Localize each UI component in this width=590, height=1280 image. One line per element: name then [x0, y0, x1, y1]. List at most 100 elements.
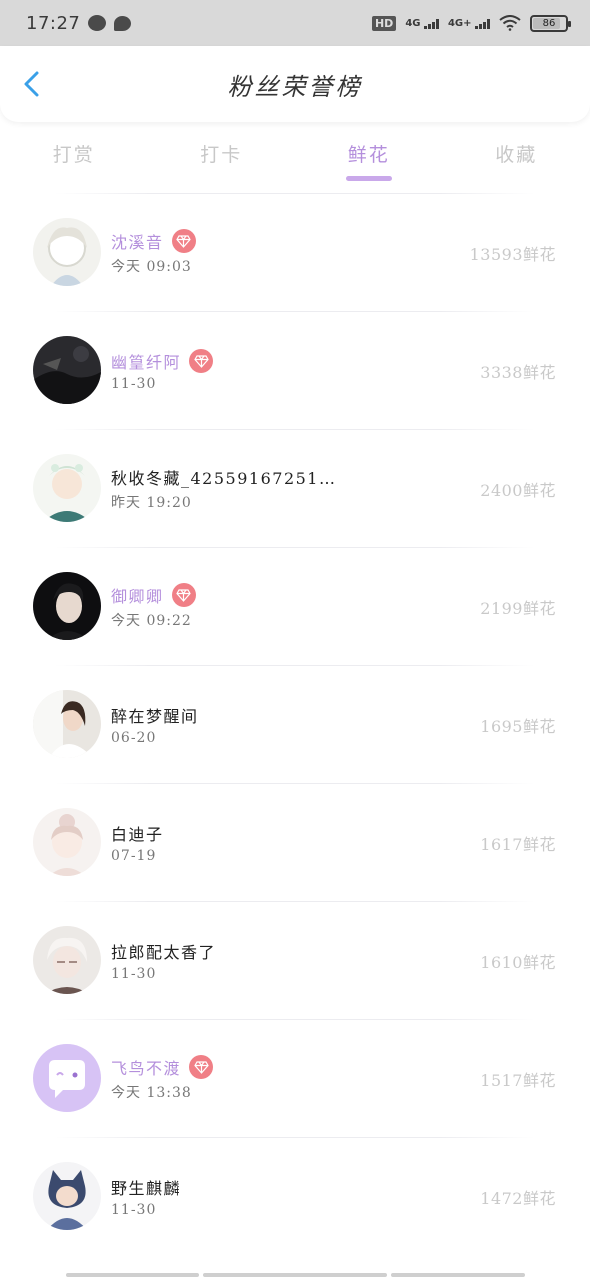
user-name[interactable]: 白迪子: [111, 821, 164, 845]
divider: [55, 193, 535, 194]
name-line: 秋收冬藏_42559167251…: [111, 464, 336, 490]
status-left: 17:27: [26, 12, 132, 34]
list-item[interactable]: 醉在梦醒间 06-20 1695鲜花: [0, 665, 590, 783]
divider: [55, 547, 535, 548]
avatar[interactable]: [33, 454, 101, 522]
user-info: 秋收冬藏_42559167251… 昨天 19:20: [111, 464, 336, 512]
list-item[interactable]: 秋收冬藏_42559167251… 昨天 19:20 2400鲜花: [0, 429, 590, 547]
timestamp: 11-30: [111, 376, 157, 392]
battery-text: 86: [542, 17, 556, 29]
user-name[interactable]: 飞鸟不渡: [111, 1055, 181, 1079]
user-info: 野生麒麟 11-30: [111, 1174, 181, 1218]
user-info: 拉郎配太香了 11-30: [111, 938, 216, 982]
tab-label: 打赏: [52, 144, 95, 166]
avatar[interactable]: [33, 1044, 101, 1112]
list-item[interactable]: 御卿卿 今天 09:22 2199鲜花: [0, 547, 590, 665]
battery-icon: 86: [530, 14, 571, 32]
flower-count: 2199鲜花: [480, 599, 556, 618]
status-time: 17:27: [26, 12, 81, 34]
name-line: 飞鸟不渡: [111, 1054, 214, 1080]
divider: [55, 1019, 535, 1020]
tab-collect[interactable]: 收藏: [443, 130, 590, 188]
divider: [55, 429, 535, 430]
user-name[interactable]: 幽篁纤阿: [111, 349, 181, 373]
user-info: 御卿卿 今天 09:22: [111, 582, 196, 630]
flower-count: 1617鲜花: [480, 835, 556, 854]
timestamp: 昨天 19:20: [111, 495, 192, 511]
user-name[interactable]: 醉在梦醒间: [111, 703, 199, 727]
user-info: 醉在梦醒间 06-20: [111, 702, 199, 746]
name-line: 幽篁纤阿: [111, 348, 214, 374]
timestamp: 07-19: [111, 848, 157, 864]
divider: [55, 901, 535, 902]
status-right: HD 4G 4G+ 86: [371, 14, 571, 32]
avatar[interactable]: [33, 1162, 101, 1230]
tab-label: 收藏: [495, 144, 538, 166]
user-name[interactable]: 野生麒麟: [111, 1175, 181, 1199]
timestamp: 11-30: [111, 1202, 157, 1218]
flower-count: 2400鲜花: [480, 481, 556, 500]
list-item[interactable]: 飞鸟不渡 今天 13:38 1517鲜花: [0, 1019, 590, 1137]
timestamp: 今天 13:38: [111, 1085, 192, 1101]
user-name[interactable]: 秋收冬藏_42559167251…: [111, 465, 336, 489]
diamond-icon: [171, 229, 196, 253]
scroll-bar-segment: [391, 1273, 525, 1277]
timestamp: 今天 09:22: [111, 613, 192, 629]
chat-icon: [114, 15, 132, 31]
flower-count: 13593鲜花: [469, 245, 556, 264]
list-item[interactable]: 野生麒麟 11-30 1472鲜花: [0, 1137, 590, 1255]
top-nav-bar: 粉丝荣誉榜: [0, 46, 590, 122]
page-title: 粉丝荣誉榜: [227, 72, 363, 101]
diamond-icon: [171, 583, 196, 607]
signal-bars-icon: [423, 18, 439, 29]
name-line: 御卿卿: [111, 582, 196, 608]
user-name[interactable]: 沈溪音: [111, 229, 164, 253]
list-item[interactable]: 沈溪音 今天 09:03 13593鲜花: [0, 193, 590, 311]
diamond-icon: [189, 349, 214, 373]
timestamp: 11-30: [111, 966, 157, 982]
tab-label: 鲜花: [347, 144, 390, 166]
divider: [55, 1137, 535, 1138]
divider: [55, 783, 535, 784]
list-item[interactable]: 幽篁纤阿 11-30 3338鲜花: [0, 311, 590, 429]
avatar[interactable]: [33, 926, 101, 994]
list-item[interactable]: 拉郎配太香了 11-30 1610鲜花: [0, 901, 590, 1019]
avatar[interactable]: [33, 572, 101, 640]
timestamp: 今天 09:03: [111, 259, 192, 275]
network-4g: 4G: [405, 18, 439, 29]
user-info: 白迪子 07-19: [111, 820, 164, 864]
name-line: 野生麒麟: [111, 1174, 181, 1200]
list-item[interactable]: 白迪子 07-19 1617鲜花: [0, 783, 590, 901]
scroll-bar-segment: [66, 1273, 199, 1277]
tab-reward[interactable]: 打赏: [0, 130, 148, 188]
active-tab-indicator: [345, 176, 392, 181]
timestamp: 06-20: [111, 730, 157, 746]
divider: [55, 311, 535, 312]
wifi-icon: [499, 15, 521, 31]
tab-checkin[interactable]: 打卡: [148, 130, 296, 188]
tab-label: 打卡: [200, 144, 243, 166]
user-name[interactable]: 御卿卿: [111, 583, 164, 607]
user-name[interactable]: 拉郎配太香了: [111, 939, 216, 963]
user-info: 飞鸟不渡 今天 13:38: [111, 1054, 214, 1102]
name-line: 白迪子: [111, 820, 164, 846]
user-info: 沈溪音 今天 09:03: [111, 228, 196, 276]
fan-ranking-list: 沈溪音 今天 09:03 13593鲜花 幽篁纤阿 11-30 3338鲜花 秋…: [0, 193, 590, 1255]
avatar[interactable]: [33, 336, 101, 404]
avatar[interactable]: [33, 690, 101, 758]
diamond-icon: [189, 1055, 214, 1079]
name-line: 拉郎配太香了: [111, 938, 216, 964]
avatar[interactable]: [33, 218, 101, 286]
name-line: 沈溪音: [111, 228, 196, 254]
flower-count: 1695鲜花: [480, 717, 556, 736]
scroll-bar-segment: [203, 1273, 387, 1277]
network-4g-plus-label: 4G+: [447, 17, 472, 29]
back-button[interactable]: [18, 68, 48, 100]
flower-count: 1517鲜花: [480, 1071, 556, 1090]
flower-count: 3338鲜花: [480, 363, 556, 382]
name-line: 醉在梦醒间: [111, 702, 199, 728]
signal-bars-icon: [475, 18, 490, 29]
tab-flowers[interactable]: 鲜花: [295, 130, 443, 188]
avatar[interactable]: [33, 808, 101, 876]
flower-count: 1472鲜花: [480, 1189, 556, 1208]
